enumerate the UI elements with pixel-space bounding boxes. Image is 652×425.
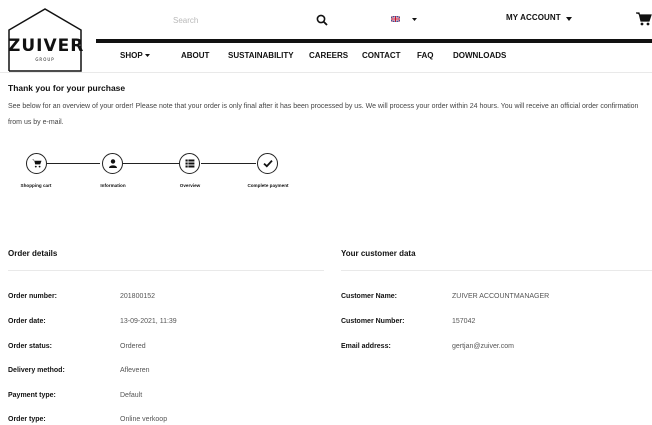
nav-item-careers[interactable]: CAREERS — [309, 51, 348, 60]
account-caret-icon[interactable] — [566, 17, 572, 21]
nav-item-faq[interactable]: FAQ — [417, 51, 433, 60]
order-status-label: Order status: — [8, 343, 52, 350]
uk-flag-icon[interactable] — [391, 16, 400, 22]
payment-type-label: Payment type: — [8, 392, 56, 399]
customer-number-label: Customer Number: — [341, 318, 405, 325]
language-caret-icon[interactable] — [412, 18, 417, 21]
logo-text: ZUIVER — [8, 36, 85, 56]
customer-data-title: Your customer data — [341, 249, 416, 258]
zuiver-logo[interactable]: ZUIVER GROUP — [8, 8, 85, 72]
nav-accent-bar — [96, 39, 652, 43]
progress-connector — [201, 163, 256, 164]
order-number-label: Order number: — [8, 293, 58, 300]
cart-icon — [32, 159, 42, 168]
nav-item-downloads[interactable]: DOWNLOADS — [453, 51, 506, 60]
order-number-value: 201800152 — [120, 293, 156, 300]
nav-item-sustainability[interactable]: SUSTAINABILITY — [228, 51, 294, 60]
list-icon — [185, 159, 195, 168]
nav-item-shop[interactable]: SHOP — [120, 51, 143, 60]
order-details-title: Order details — [8, 249, 58, 258]
order-date-value: 13-09-2021, 11:39 — [120, 318, 177, 325]
page-title: Thank you for your purchase — [8, 83, 126, 93]
nav-item-about[interactable]: ABOUT — [181, 51, 209, 60]
search-box — [170, 8, 330, 32]
order-status-value: Ordered — [120, 343, 146, 350]
order-type-label: Order type: — [8, 416, 46, 423]
order-date-label: Order date: — [8, 318, 46, 325]
step-label-complete-payment: Complete payment — [247, 183, 289, 188]
order-details-divider — [8, 270, 324, 271]
progress-connector — [123, 163, 179, 164]
search-input[interactable] — [170, 8, 300, 32]
email-address-value[interactable]: gertjan@zuiver.com — [452, 343, 514, 350]
step-complete-payment[interactable] — [257, 153, 278, 174]
customer-data-divider — [341, 270, 652, 271]
step-label-overview: Overview — [179, 183, 201, 188]
cart-icon[interactable] — [636, 12, 652, 26]
customer-name-value: ZUIVER ACCOUNTMANAGER — [452, 293, 550, 300]
step-shopping-cart[interactable] — [26, 153, 47, 174]
my-account-menu[interactable]: MY ACCOUNT — [506, 13, 561, 22]
logo-subtext: GROUP — [35, 57, 55, 62]
delivery-method-value: Afleveren — [120, 367, 150, 374]
check-icon — [263, 159, 273, 168]
payment-type-value: Default — [120, 392, 143, 399]
step-label-information: Information — [100, 183, 126, 188]
search-icon[interactable] — [316, 14, 328, 26]
step-label-shopping-cart: Shopping cart — [20, 183, 52, 188]
shop-caret-icon[interactable] — [145, 54, 150, 57]
customer-number-value: 157042 — [452, 318, 476, 325]
customer-name-label: Customer Name: — [341, 293, 398, 300]
header-divider — [0, 72, 652, 73]
step-overview[interactable] — [179, 153, 200, 174]
email-address-label: Email address: — [341, 343, 391, 350]
intro-text: See below for an overview of your order!… — [8, 103, 639, 126]
nav-item-contact[interactable]: CONTACT — [362, 51, 401, 60]
step-information[interactable] — [102, 153, 123, 174]
delivery-method-label: Delivery method: — [8, 367, 65, 374]
progress-connector — [47, 163, 100, 164]
user-icon — [109, 159, 117, 168]
order-type-value: Online verkoop — [120, 416, 168, 423]
